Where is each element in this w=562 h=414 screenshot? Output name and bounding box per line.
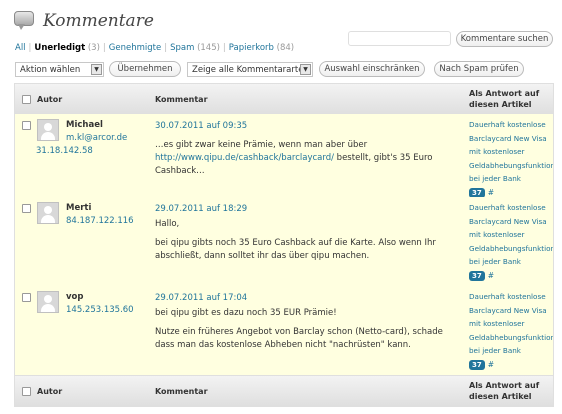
response-post: Dauerhaft kostenlose Barclaycard New Visa… bbox=[469, 118, 553, 199]
author-meta: 145.253.135.60 bbox=[66, 304, 134, 317]
comment-count-badge[interactable]: 37 bbox=[469, 270, 485, 281]
column-response[interactable]: Als Antwort auf diesen Artikel bbox=[469, 84, 539, 114]
chevron-down-icon: ▼ bbox=[300, 64, 311, 75]
filter-button[interactable]: Auswahl einschränken bbox=[319, 61, 425, 77]
filter-trash-link[interactable]: Papierkorb bbox=[229, 43, 274, 53]
apply-button[interactable]: Übernehmen bbox=[109, 61, 181, 77]
page-title: Kommentare bbox=[43, 11, 154, 31]
post-title-link[interactable]: Dauerhaft kostenlose Barclaycard New Visa… bbox=[469, 118, 553, 186]
page-header: Kommentare bbox=[14, 8, 154, 34]
response-post: Dauerhaft kostenlose Barclaycard New Visa… bbox=[469, 201, 553, 282]
filter-all-link[interactable]: All bbox=[15, 43, 26, 53]
author-meta: m.kl@arcor.de 31.18.142.58 bbox=[36, 132, 127, 158]
spam-count: (145) bbox=[197, 43, 220, 53]
avatar bbox=[37, 291, 59, 313]
post-permalink[interactable]: # bbox=[488, 188, 494, 197]
author-meta: 84.187.122.116 bbox=[66, 215, 134, 228]
comment-author: Michael bbox=[66, 120, 103, 130]
table-row: Merti 84.187.122.116 29.07.2011 auf 18:2… bbox=[15, 197, 553, 287]
row-checkbox[interactable] bbox=[22, 204, 31, 213]
comment-count-badge[interactable]: 37 bbox=[469, 187, 485, 198]
row-checkbox[interactable] bbox=[22, 121, 31, 130]
table-footer: Autor Kommentar Als Antwort auf diesen A… bbox=[15, 375, 553, 406]
status-filter-links: All | Unerledigt (3) | Genehmigte | Spam (145)… bbox=[15, 43, 295, 53]
avatar bbox=[37, 202, 59, 224]
filter-pending-link[interactable]: Unerledigt bbox=[34, 43, 85, 53]
comment-type-select[interactable]: Zeige alle Kommentararten ▼ bbox=[187, 62, 313, 77]
trash-count: (84) bbox=[276, 43, 295, 53]
table-row: vop 145.253.135.60 29.07.2011 auf 17:04 … bbox=[15, 286, 553, 376]
bulk-action-select[interactable]: Aktion wählen ▼ bbox=[15, 62, 104, 77]
comment-body: 29.07.2011 auf 17:04 bei qipu gibt es da… bbox=[155, 292, 460, 358]
author-ip-link[interactable]: 145.253.135.60 bbox=[66, 304, 134, 317]
search-comments-button[interactable]: Kommentare suchen bbox=[456, 31, 553, 47]
column-author[interactable]: Autor bbox=[37, 376, 62, 406]
filter-spam-link[interactable]: Spam bbox=[170, 43, 194, 53]
comment-author: vop bbox=[66, 292, 84, 302]
response-post: Dauerhaft kostenlose Barclaycard New Visa… bbox=[469, 290, 553, 371]
comment-date-link[interactable]: 29.07.2011 auf 17:04 bbox=[155, 292, 460, 305]
comment-author: Merti bbox=[66, 203, 92, 213]
pending-count: (3) bbox=[87, 43, 100, 53]
comment-count-badge[interactable]: 37 bbox=[469, 359, 485, 370]
author-ip-link[interactable]: 31.18.142.58 bbox=[36, 145, 127, 158]
post-title-link[interactable]: Dauerhaft kostenlose Barclaycard New Visa… bbox=[469, 290, 553, 358]
author-email-link[interactable]: m.kl@arcor.de bbox=[66, 132, 127, 145]
post-permalink[interactable]: # bbox=[488, 271, 494, 280]
comments-table: Autor Kommentar Als Antwort auf diesen A… bbox=[14, 83, 554, 407]
comment-body: 29.07.2011 auf 18:29 Hallo, bei qipu gib… bbox=[155, 203, 460, 269]
filter-approved-link[interactable]: Genehmigte bbox=[109, 43, 161, 53]
search-input[interactable] bbox=[348, 31, 451, 46]
avatar bbox=[37, 119, 59, 141]
column-author[interactable]: Autor bbox=[37, 84, 62, 114]
comment-date-link[interactable]: 30.07.2011 auf 09:35 bbox=[155, 120, 460, 133]
post-title-link[interactable]: Dauerhaft kostenlose Barclaycard New Visa… bbox=[469, 201, 553, 269]
comment-body: 30.07.2011 auf 09:35 …es gibt zwar keine… bbox=[155, 120, 460, 178]
column-response[interactable]: Als Antwort auf diesen Artikel bbox=[469, 376, 539, 406]
comments-icon bbox=[14, 11, 36, 31]
comment-date-link[interactable]: 29.07.2011 auf 18:29 bbox=[155, 203, 460, 216]
table-header: Autor Kommentar Als Antwort auf diesen A… bbox=[15, 84, 553, 115]
column-comment: Kommentar bbox=[155, 94, 208, 104]
table-row: Michael m.kl@arcor.de 31.18.142.58 30.07… bbox=[15, 114, 553, 198]
post-permalink[interactable]: # bbox=[488, 360, 494, 369]
chevron-down-icon: ▼ bbox=[91, 64, 102, 75]
check-spam-button[interactable]: Nach Spam prüfen bbox=[434, 61, 524, 77]
select-all-checkbox[interactable] bbox=[22, 387, 31, 396]
row-checkbox[interactable] bbox=[22, 293, 31, 302]
cashback-link[interactable]: http://www.qipu.de/cashback/barclaycard/ bbox=[155, 153, 334, 163]
select-all-checkbox[interactable] bbox=[22, 95, 31, 104]
column-comment: Kommentar bbox=[155, 386, 208, 396]
author-ip-link[interactable]: 84.187.122.116 bbox=[66, 215, 134, 228]
